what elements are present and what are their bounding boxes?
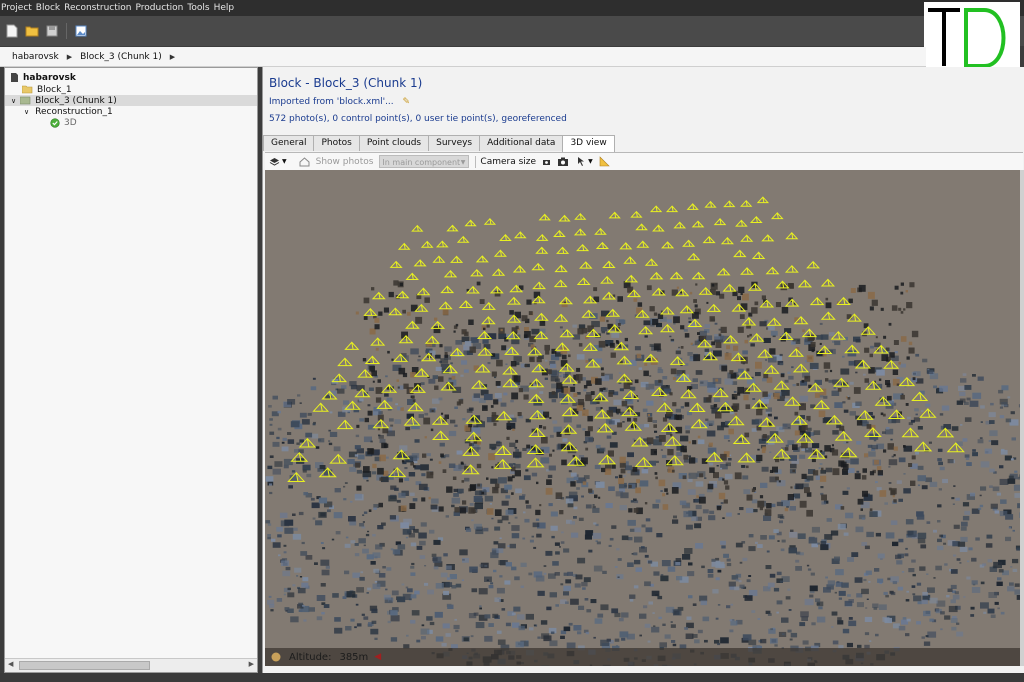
tab-point-clouds[interactable]: Point clouds — [358, 135, 430, 151]
toolbar-divider — [66, 23, 67, 39]
check-circle-icon — [50, 117, 60, 128]
tree-item-reconstruction[interactable]: ∨ Reconstruction_1 — [24, 106, 113, 117]
breadcrumb-project[interactable]: habarovsk — [12, 52, 59, 62]
altitude-label: Altitude: — [289, 651, 332, 663]
new-file-icon[interactable] — [2, 21, 22, 41]
scrollbar-thumb[interactable] — [19, 661, 150, 670]
tree-item-project[interactable]: habarovsk — [10, 72, 76, 83]
menu-production[interactable]: Production — [135, 3, 187, 13]
tab-general[interactable]: General — [263, 135, 315, 151]
image-icon[interactable] — [71, 21, 91, 41]
block-title: Block - Block_3 (Chunk 1) — [269, 76, 423, 90]
folder-icon — [22, 85, 33, 94]
toolbar-divider — [475, 155, 477, 168]
viewport-scrollbar[interactable] — [1020, 170, 1024, 666]
arrow-indicator-icon: ◀ — [374, 652, 382, 662]
menu-block[interactable]: Block — [35, 3, 63, 13]
block-icon — [20, 96, 31, 105]
block-summary: 572 photo(s), 0 control point(s), 0 user… — [269, 114, 567, 124]
camera-large-icon[interactable] — [557, 157, 569, 167]
measure-icon[interactable] — [599, 156, 610, 167]
tree-block-3-label: Block_3 (Chunk 1) — [35, 95, 117, 106]
horizontal-scrollbar[interactable]: ◀ ▶ — [5, 658, 257, 672]
main-toolbar — [0, 16, 1024, 46]
chevron-down-icon: ▼ — [460, 159, 466, 166]
breadcrumb: habarovsk ▶ Block_3 (Chunk 1) ▶ — [0, 47, 926, 67]
tree-reconstruction-label: Reconstruction_1 — [35, 106, 113, 117]
menu-bar: Project Block Reconstruction Production … — [0, 0, 1024, 16]
altitude-value: 385m — [339, 651, 369, 663]
component-dropdown-value: In main component — [382, 158, 461, 167]
chevron-down-icon[interactable]: ∨ — [11, 97, 16, 105]
tree-item-block-3[interactable]: ∨ Block_3 (Chunk 1) — [5, 95, 257, 106]
block-detail-panel: Block - Block_3 (Chunk 1) Imported from … — [262, 67, 1024, 673]
tab-photos[interactable]: Photos — [313, 135, 360, 151]
tab-additional-data[interactable]: Additional data — [479, 135, 564, 151]
save-icon[interactable] — [42, 21, 62, 41]
home-icon[interactable] — [299, 156, 310, 167]
point-cloud-scene[interactable] — [265, 170, 1021, 666]
3d-viewport[interactable]: Altitude: 385m ◀ — [265, 170, 1021, 666]
block-imported-source: Imported from 'block.xml'... ✎ — [269, 97, 410, 107]
block-tabs: General Photos Point clouds Surveys Addi… — [263, 135, 615, 152]
chevron-right-icon[interactable]: ▶ — [67, 53, 72, 61]
menu-help[interactable]: Help — [213, 3, 238, 13]
scroll-right-icon[interactable]: ▶ — [249, 660, 254, 668]
navigation-mode-icon[interactable]: ▼ — [575, 156, 593, 167]
edit-pencil-icon[interactable]: ✎ — [403, 97, 411, 107]
menu-tools[interactable]: Tools — [186, 3, 212, 13]
tree-item-production[interactable]: 3D — [50, 117, 77, 128]
tree-block-1-label: Block_1 — [37, 84, 72, 95]
camera-small-icon[interactable] — [542, 158, 551, 166]
project-tree-panel: habarovsk Block_1 ∨ Block_3 (Chunk 1) ∨ … — [4, 67, 258, 673]
breadcrumb-block[interactable]: Block_3 (Chunk 1) — [80, 52, 162, 62]
open-folder-icon[interactable] — [22, 21, 42, 41]
compass-icon — [271, 652, 281, 662]
tree-production-label: 3D — [64, 117, 77, 128]
chevron-right-icon[interactable]: ▶ — [170, 53, 175, 61]
scroll-left-icon[interactable]: ◀ — [8, 660, 13, 668]
td-logo — [924, 2, 1020, 70]
component-dropdown[interactable]: In main component ▼ — [379, 155, 470, 168]
tree-item-block-1[interactable]: Block_1 — [22, 84, 72, 95]
tab-surveys[interactable]: Surveys — [428, 135, 481, 151]
layers-icon[interactable]: ▼ — [269, 157, 287, 167]
tree-project-label: habarovsk — [23, 72, 76, 83]
chevron-down-icon[interactable]: ∨ — [24, 108, 29, 116]
camera-size-label: Camera size — [480, 156, 537, 167]
show-photos-label: Show photos — [315, 156, 374, 167]
menu-reconstruction[interactable]: Reconstruction — [63, 3, 134, 13]
tab-3d-view[interactable]: 3D view — [562, 135, 615, 152]
view-toolbar: ▼ Show photos In main component ▼ Camera… — [265, 152, 1023, 170]
imported-link[interactable]: Imported from 'block.xml'... — [269, 97, 394, 107]
project-file-icon — [11, 73, 18, 82]
menu-project[interactable]: Project — [0, 3, 35, 13]
viewport-status-bar: Altitude: 385m ◀ — [265, 648, 1021, 666]
window-bottom-edge — [0, 673, 1024, 682]
